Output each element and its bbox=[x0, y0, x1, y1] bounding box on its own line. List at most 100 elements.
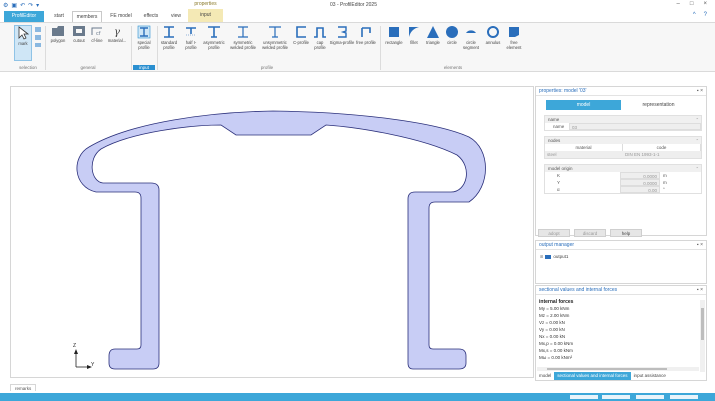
mark-button[interactable]: mark bbox=[14, 25, 32, 61]
tab-sectional-values[interactable]: sectional values and internal forces bbox=[554, 372, 631, 380]
discard-button[interactable]: discard bbox=[574, 229, 606, 237]
force-row: Mx,s = 0.00 kNm bbox=[539, 348, 573, 353]
origin-alpha-field[interactable]: 0.00 bbox=[620, 186, 660, 193]
horizontal-scrollbar[interactable] bbox=[537, 367, 699, 371]
special-profile-icon bbox=[137, 25, 151, 39]
status-field bbox=[602, 395, 630, 399]
bottom-tabs: model sectional values and internal forc… bbox=[536, 372, 708, 380]
vertical-scrollbar[interactable] bbox=[700, 300, 705, 372]
help-button[interactable]: help bbox=[610, 229, 642, 237]
group-label-selection: selection bbox=[19, 65, 37, 70]
group-label-profile: profile bbox=[260, 65, 274, 70]
rectangle-icon bbox=[389, 27, 399, 37]
symmetric-welded-profile-button[interactable]: symmetric welded profile bbox=[227, 25, 259, 50]
group-label-input: input bbox=[133, 65, 155, 70]
tab-file[interactable]: ProfilEditor bbox=[4, 11, 44, 22]
free-profile-button[interactable]: free profile bbox=[356, 25, 376, 45]
cursor-icon bbox=[18, 26, 29, 40]
origin-k-field[interactable]: 0.0000 bbox=[620, 172, 660, 179]
maximize-button[interactable]: □ bbox=[690, 1, 694, 7]
annulus-icon bbox=[487, 26, 499, 38]
half-i-profile-button[interactable]: half I-profile bbox=[181, 25, 201, 50]
cap-profile-button[interactable]: cap profile bbox=[312, 25, 328, 50]
expand-icon[interactable]: ⊞ bbox=[540, 254, 543, 259]
collapse-icon[interactable]: ⌃ bbox=[696, 137, 699, 144]
help-icon[interactable]: ? bbox=[704, 12, 707, 18]
tab-input-assistance[interactable]: input assistance bbox=[631, 372, 669, 380]
drawing-canvas[interactable]: Z Y bbox=[10, 86, 534, 378]
rectangle-button[interactable]: rectangle bbox=[382, 25, 406, 45]
standard-profile-button[interactable]: standard profile bbox=[158, 25, 180, 50]
force-row: My = 5.00 kNm bbox=[539, 306, 570, 311]
material-row[interactable]: steel DIN EN 1993-1-1 bbox=[545, 151, 701, 158]
group-label-elements: elements bbox=[443, 65, 463, 70]
tab-effects[interactable]: effects bbox=[138, 11, 164, 22]
cf-line-button[interactable]: cf cf-line bbox=[89, 25, 105, 43]
tab-view[interactable]: view bbox=[166, 11, 186, 22]
remarks-tab[interactable]: remarks bbox=[10, 384, 37, 391]
quick-access-toolbar: ⚙ ▣ ↶ ↷ ▾ bbox=[0, 2, 39, 9]
name-section: name ⌃ name 03 bbox=[544, 115, 702, 131]
app-logo-icon[interactable]: ⚙ bbox=[3, 2, 8, 9]
fillet-button[interactable]: fillet bbox=[407, 25, 421, 45]
origin-y-field[interactable]: 0.0000 bbox=[620, 179, 660, 186]
close-button[interactable]: × bbox=[703, 1, 707, 7]
sectional-values-panel: sectional values and internal forces ▪ ×… bbox=[535, 285, 707, 381]
collapse-icon[interactable]: ⌃ bbox=[696, 165, 699, 172]
tab-input[interactable]: input bbox=[188, 10, 223, 21]
tab-fe-model[interactable]: FE model bbox=[106, 11, 136, 22]
group-label-general: general bbox=[80, 65, 96, 70]
cutout-button[interactable]: cutout bbox=[70, 25, 88, 43]
pin-close-icon[interactable]: ▪ × bbox=[697, 286, 703, 295]
special-profile-button[interactable]: special profile bbox=[133, 25, 155, 50]
force-row: Mω = 0.00 kNm² bbox=[539, 355, 573, 360]
profile-drawing bbox=[74, 110, 486, 370]
collapse-icon[interactable]: ⌃ bbox=[696, 116, 699, 123]
free-profile-icon bbox=[361, 27, 371, 37]
adopt-button[interactable]: adopt bbox=[538, 229, 570, 237]
unsymmetric-welded-profile-button[interactable]: unsymmetric welded profile bbox=[260, 25, 290, 50]
triangle-button[interactable]: triangle bbox=[422, 25, 444, 45]
tab-members[interactable]: members bbox=[72, 11, 102, 22]
tab-model[interactable]: model bbox=[546, 100, 621, 110]
sigma-profile-icon bbox=[338, 26, 347, 38]
status-field bbox=[636, 395, 664, 399]
redo-icon[interactable]: ↷ bbox=[28, 2, 33, 9]
triangle-icon bbox=[427, 26, 439, 38]
unsymmetric-welded-icon bbox=[269, 26, 281, 38]
tab-model-bottom[interactable]: model bbox=[536, 372, 554, 380]
fillet-icon bbox=[409, 27, 419, 37]
profile-cross-section[interactable] bbox=[76, 110, 486, 370]
polygon-button[interactable]: polygon bbox=[47, 25, 69, 43]
material-button[interactable]: γ material... bbox=[106, 25, 128, 43]
free-element-button[interactable]: free element bbox=[504, 25, 524, 50]
tab-representation[interactable]: representation bbox=[621, 100, 696, 110]
circle-segment-button[interactable]: circle segment bbox=[460, 25, 482, 50]
asymmetric-profile-button[interactable]: asymmetric profile bbox=[202, 25, 226, 50]
window-title: 03 - ProfilEditor 2025 bbox=[330, 2, 377, 8]
svg-text:cf: cf bbox=[96, 31, 101, 37]
name-field[interactable]: 03 bbox=[569, 123, 701, 130]
internal-forces-heading: internal forces bbox=[539, 299, 574, 305]
c-profile-button[interactable]: C-profile bbox=[291, 25, 311, 45]
contextual-tab-group: properties input bbox=[188, 1, 223, 22]
circle-button[interactable]: circle bbox=[445, 25, 459, 45]
selection-options-button[interactable] bbox=[33, 25, 43, 50]
pin-close-icon[interactable]: ▪ × bbox=[697, 87, 703, 96]
nodes-section: nodes ⌃ material code steel DIN EN 1993-1… bbox=[544, 136, 702, 159]
save-icon[interactable]: ▣ bbox=[11, 2, 17, 9]
ribbon-tab-row: ProfilEditor start members FE model effe… bbox=[0, 11, 715, 22]
tree-item-output[interactable]: ⊞ output1 bbox=[536, 250, 706, 259]
contextual-group-title: properties bbox=[194, 1, 217, 7]
cf-line-icon: cf bbox=[91, 27, 102, 37]
tab-start[interactable]: start bbox=[48, 11, 70, 22]
pin-close-icon[interactable]: ▪ × bbox=[697, 241, 703, 250]
collapse-ribbon-icon[interactable]: ^ bbox=[693, 12, 696, 18]
selection-tools-icon bbox=[35, 27, 41, 47]
sigma-profile-button[interactable]: Sigma-profile bbox=[329, 25, 355, 45]
undo-icon[interactable]: ↶ bbox=[20, 2, 25, 9]
annulus-button[interactable]: annulus bbox=[483, 25, 503, 45]
minimize-button[interactable]: – bbox=[677, 1, 680, 7]
i-beam-icon bbox=[164, 26, 174, 38]
qat-dropdown-icon[interactable]: ▾ bbox=[36, 2, 39, 9]
